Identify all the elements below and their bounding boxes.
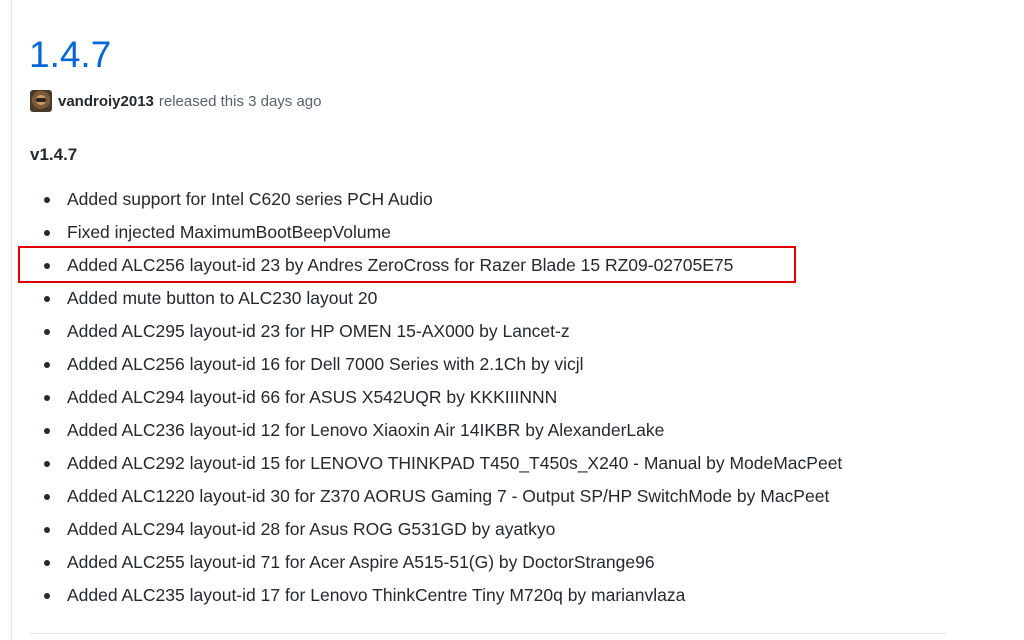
bullet-icon xyxy=(44,395,50,401)
bullet-icon xyxy=(44,593,50,599)
bullet-icon xyxy=(44,362,50,368)
bullet-icon xyxy=(44,329,50,335)
bullet-icon xyxy=(44,494,50,500)
version-heading: v1.4.7 xyxy=(30,145,78,164)
bullet-icon xyxy=(44,428,50,434)
bullet-icon xyxy=(44,296,50,302)
list-item: Added ALC256 layout-id 23 by Andres Zero… xyxy=(30,249,930,282)
author-link[interactable]: vandroiy2013 xyxy=(58,93,154,110)
bullet-icon xyxy=(44,230,50,236)
list-item-text: Fixed injected MaximumBootBeepVolume xyxy=(67,222,391,242)
list-item-text: Added support for Intel C620 series PCH … xyxy=(67,189,433,209)
list-item: Added ALC1220 layout-id 30 for Z370 AORU… xyxy=(30,480,930,513)
list-item-text: Added mute button to ALC230 layout 20 xyxy=(67,288,378,308)
list-item: Added ALC255 layout-id 71 for Acer Aspir… xyxy=(30,546,930,579)
list-item-text: Added ALC294 layout-id 66 for ASUS X542U… xyxy=(67,387,558,407)
list-item: Added ALC236 layout-id 12 for Lenovo Xia… xyxy=(30,414,930,447)
list-item-text: Added ALC235 layout-id 17 for Lenovo Thi… xyxy=(67,585,686,605)
release-meta: vandroiy2013 released this 3 days ago xyxy=(30,89,322,113)
list-item-text: Added ALC255 layout-id 71 for Acer Aspir… xyxy=(67,552,655,572)
list-item-text: Added ALC256 layout-id 23 by Andres Zero… xyxy=(67,255,734,275)
bullet-icon xyxy=(44,527,50,533)
bullet-icon xyxy=(44,461,50,467)
list-item-text: Added ALC1220 layout-id 30 for Z370 AORU… xyxy=(67,486,830,506)
bullet-icon xyxy=(44,197,50,203)
bullet-icon xyxy=(44,560,50,566)
changelog-list: Added support for Intel C620 series PCH … xyxy=(30,183,930,612)
list-item-text: Added ALC236 layout-id 12 for Lenovo Xia… xyxy=(67,420,665,440)
list-item-text: Added ALC256 layout-id 16 for Dell 7000 … xyxy=(67,354,584,374)
timeline-rule xyxy=(11,0,12,640)
list-item-text: Added ALC292 layout-id 15 for LENOVO THI… xyxy=(67,453,843,473)
list-item-text: Added ALC295 layout-id 23 for HP OMEN 15… xyxy=(67,321,570,341)
list-item: Added ALC295 layout-id 23 for HP OMEN 15… xyxy=(30,315,930,348)
section-divider xyxy=(30,633,946,634)
list-item: Added ALC294 layout-id 66 for ASUS X542U… xyxy=(30,381,930,414)
list-item: Added mute button to ALC230 layout 20 xyxy=(30,282,930,315)
release-title-link[interactable]: 1.4.7 xyxy=(29,30,111,80)
list-item-text: Added ALC294 layout-id 28 for Asus ROG G… xyxy=(67,519,556,539)
list-item: Added ALC235 layout-id 17 for Lenovo Thi… xyxy=(30,579,930,612)
list-item: Fixed injected MaximumBootBeepVolume xyxy=(30,216,930,249)
release-page: 1.4.7 vandroiy2013 released this 3 days … xyxy=(0,0,1024,640)
avatar[interactable] xyxy=(30,90,52,112)
released-text: released this 3 days ago xyxy=(158,92,322,110)
list-item: Added ALC256 layout-id 16 for Dell 7000 … xyxy=(30,348,930,381)
list-item: Added ALC292 layout-id 15 for LENOVO THI… xyxy=(30,447,930,480)
list-item: Added ALC294 layout-id 28 for Asus ROG G… xyxy=(30,513,930,546)
list-item: Added support for Intel C620 series PCH … xyxy=(30,183,930,216)
bullet-icon xyxy=(44,263,50,269)
